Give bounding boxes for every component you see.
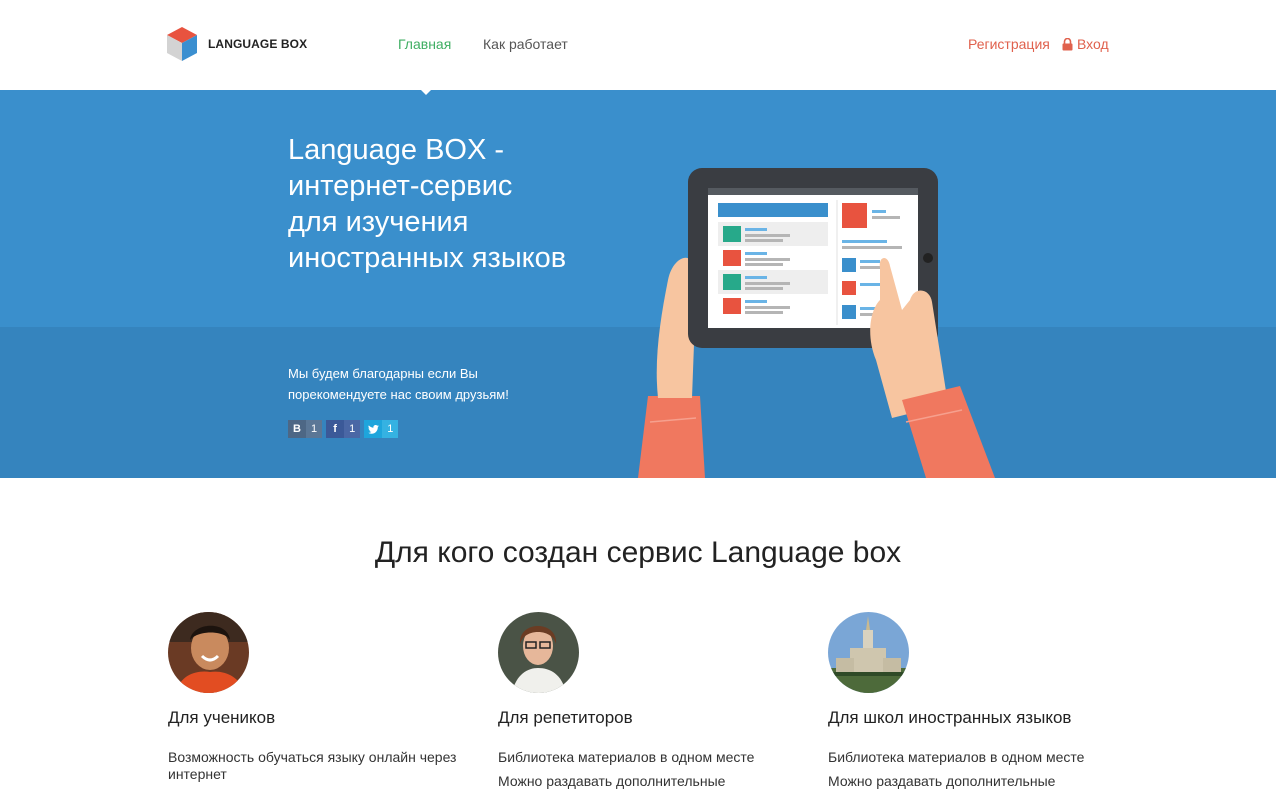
register-link[interactable]: Регистрация xyxy=(968,36,1050,52)
hero-title: Language BOX - интернет-сервис для изуче… xyxy=(288,132,648,276)
audience-card-title: Для учеников xyxy=(168,708,276,727)
hero-title-line: Language BOX - xyxy=(288,134,505,166)
audience-section-title: Для кого создан сервис Language box xyxy=(374,536,902,569)
lock-icon xyxy=(1062,37,1073,50)
feature-item: Библиотека материалов в одном месте xyxy=(498,749,755,765)
feature-list: Библиотека материалов в одном месте Можн… xyxy=(828,749,1128,790)
hero-title-line: интернет-сервис xyxy=(288,170,513,202)
login-label: Вход xyxy=(1077,36,1109,52)
nav-link-how-it-works[interactable]: Как работает xyxy=(483,36,568,52)
share-buttons: B 1 f 1 1 xyxy=(288,420,399,438)
feature-list: Возможность обучаться языку онлайн через… xyxy=(168,749,468,783)
hero-banner: Language BOX - интернет-сервис для изуче… xyxy=(0,90,1276,478)
facebook-icon: f xyxy=(326,420,345,438)
vk-icon: B xyxy=(288,420,306,438)
school-building-avatar xyxy=(828,612,909,693)
recommend-text: Мы будем благодарны если Вы порекомендуе… xyxy=(288,366,509,402)
tablet-hands-illustration xyxy=(638,168,995,478)
vk-share-button[interactable]: B 1 xyxy=(288,420,323,438)
tutor-avatar xyxy=(498,612,579,693)
vk-share-count: 1 xyxy=(306,420,323,438)
nav-link-main[interactable]: Главная xyxy=(398,36,451,52)
twitter-icon xyxy=(364,420,383,438)
logo[interactable]: LANGUAGE BOX xyxy=(167,27,307,61)
feature-item: Возможность обучаться языку онлайн через… xyxy=(168,749,457,782)
feature-item: Библиотека материалов в одном месте xyxy=(828,749,1085,765)
feature-item: Можно раздавать дополнительные xyxy=(828,773,1056,789)
student-avatar xyxy=(168,612,249,693)
hero-title-line: для изучения xyxy=(288,206,469,238)
twitter-share-button[interactable]: 1 xyxy=(364,420,399,438)
audience-card-title: Для школ иностранных языков xyxy=(828,708,1072,727)
logo-cube-icon xyxy=(167,27,197,61)
facebook-share-button[interactable]: f 1 xyxy=(326,420,361,438)
logo-text: LANGUAGE BOX xyxy=(208,37,308,51)
login-link[interactable]: Вход xyxy=(1062,36,1109,52)
audience-card-schools: Для школ иностранных языков Библиотека м… xyxy=(828,612,1128,790)
feature-item: Можно раздавать дополнительные xyxy=(498,773,726,789)
active-nav-pointer xyxy=(419,88,433,95)
feature-list: Библиотека материалов в одном месте Можн… xyxy=(498,749,798,790)
audience-card-students: Для учеников Возможность обучаться языку… xyxy=(168,612,468,790)
facebook-share-count: 1 xyxy=(344,420,361,438)
twitter-share-count: 1 xyxy=(382,420,399,438)
audience-card-tutors: Для репетиторов Библиотека материалов в … xyxy=(498,612,798,790)
audience-card-title: Для репетиторов xyxy=(498,708,633,727)
hero-title-line: иностранных языков xyxy=(288,242,567,274)
site-header: LANGUAGE BOX Главная Как работает Регист… xyxy=(0,0,1276,90)
